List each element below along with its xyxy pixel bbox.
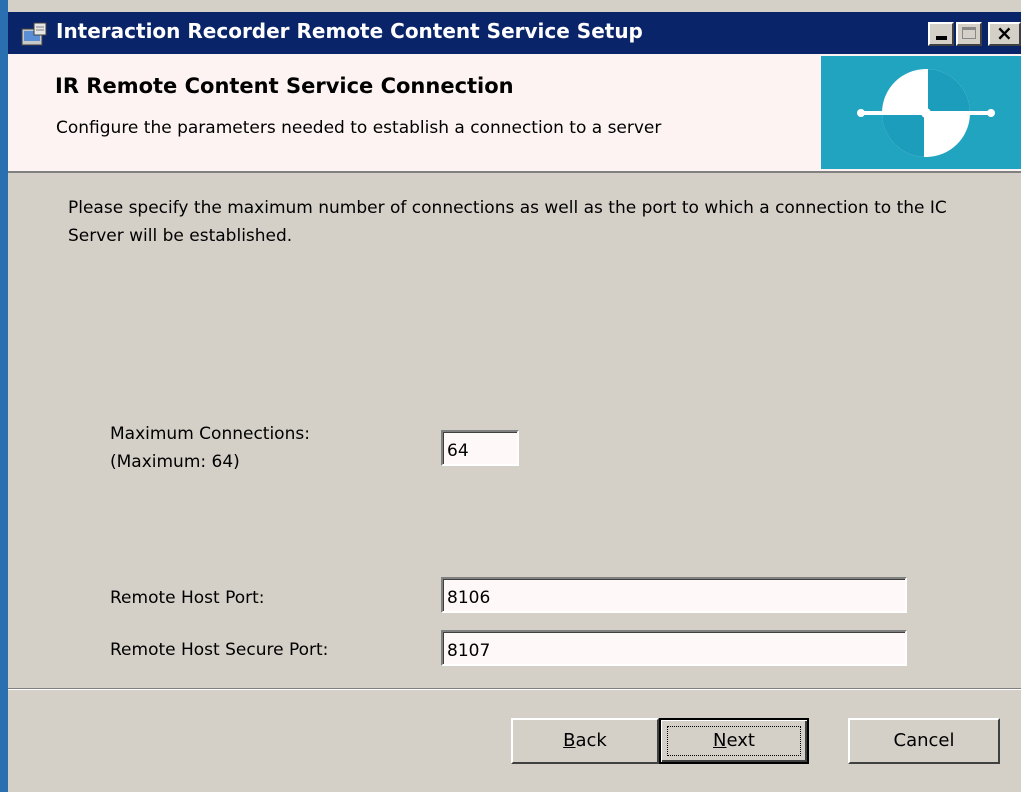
minimize-icon	[936, 36, 947, 40]
title-bar[interactable]: Interaction Recorder Remote Content Serv…	[8, 12, 1021, 54]
instructions-text: Please specify the maximum number of con…	[68, 198, 947, 246]
footer-separator	[8, 688, 1021, 690]
max-connections-field[interactable]	[441, 430, 519, 466]
max-connections-hint: (Maximum: 64)	[110, 452, 240, 472]
page-heading: IR Remote Content Service Connection	[55, 74, 514, 98]
remote-host-secure-port-field[interactable]	[441, 630, 907, 666]
cancel-button-label: Cancel	[893, 730, 955, 751]
maximize-icon	[962, 27, 976, 39]
close-button[interactable]: ×	[988, 21, 1021, 46]
maximize-button[interactable]	[956, 22, 982, 46]
back-button[interactable]: Back	[511, 718, 659, 764]
remote-host-secure-port-label: Remote Host Secure Port:	[110, 640, 329, 660]
focus-ring	[667, 726, 801, 756]
window-edge	[0, 0, 8, 792]
back-access-key: B	[563, 730, 576, 751]
cancel-button[interactable]: Cancel	[848, 718, 1000, 764]
product-logo-icon	[821, 56, 1021, 169]
back-button-label: ack	[575, 730, 607, 751]
page-subheading: Configure the parameters needed to estab…	[56, 118, 662, 138]
max-connections-label: Maximum Connections:	[110, 424, 310, 444]
minimize-button[interactable]	[928, 22, 954, 46]
header-banner: IR Remote Content Service Connection Con…	[8, 54, 1021, 173]
setup-window: Interaction Recorder Remote Content Serv…	[0, 0, 1021, 792]
close-icon: ×	[996, 21, 1013, 45]
next-button[interactable]: Next	[659, 718, 809, 764]
installer-icon	[21, 22, 47, 46]
window-title: Interaction Recorder Remote Content Serv…	[56, 19, 643, 43]
remote-host-port-field[interactable]	[441, 577, 907, 613]
remote-host-port-label: Remote Host Port:	[110, 588, 265, 608]
